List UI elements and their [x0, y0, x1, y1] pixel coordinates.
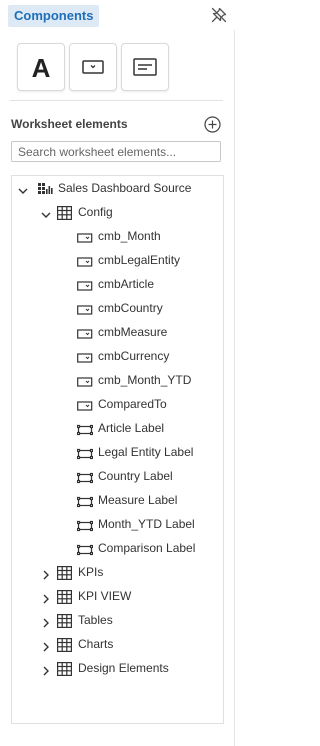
- combobox-icon: [77, 349, 93, 371]
- chevron-right-icon[interactable]: [40, 614, 52, 628]
- panel-divider: [234, 30, 235, 746]
- chevron-down-icon[interactable]: [40, 206, 52, 218]
- table-icon: [57, 661, 73, 683]
- tree-item-label: Legal Entity Label: [98, 445, 194, 459]
- label-icon: [76, 541, 94, 563]
- label-icon: [76, 445, 94, 467]
- section-separator: [10, 100, 223, 101]
- tree-item-label: cmbLegalEntity: [98, 253, 181, 267]
- table-icon: [57, 565, 73, 587]
- pin-off-icon[interactable]: [210, 6, 228, 24]
- table-icon: [57, 589, 73, 611]
- add-circle-icon[interactable]: [204, 116, 221, 133]
- chevron-right-icon[interactable]: [40, 566, 52, 580]
- tree-item-label: cmb_Month_YTD: [98, 373, 192, 387]
- text-component-button[interactable]: A: [17, 43, 65, 91]
- tree-item-label: cmbMeasure: [98, 325, 168, 339]
- tree-row-label: KPIs: [78, 565, 104, 579]
- chevron-right-icon[interactable]: [40, 638, 52, 652]
- label-icon: [76, 517, 94, 539]
- combobox-icon: [77, 397, 93, 419]
- combobox-icon: [77, 229, 93, 251]
- combobox-icon: [77, 373, 93, 395]
- dropdown-component-icon: [82, 60, 104, 74]
- components-tab[interactable]: Components: [8, 5, 100, 27]
- search-worksheet-input[interactable]: [11, 141, 221, 162]
- chevron-right-icon[interactable]: [40, 662, 52, 676]
- chevron-down-icon[interactable]: [17, 182, 29, 194]
- tree-row-label: KPI VIEW: [78, 589, 132, 603]
- label-icon: [76, 493, 94, 515]
- tree-item-label: ComparedTo: [98, 397, 167, 411]
- combobox-icon: [77, 253, 93, 275]
- label-icon: [76, 469, 94, 491]
- tree-item-label: cmbArticle: [98, 277, 155, 291]
- table-icon: [57, 613, 73, 635]
- label-component-icon: [133, 58, 157, 76]
- tree-item-label: Article Label: [98, 421, 165, 435]
- tree-row-label: Config: [78, 205, 113, 219]
- tree-row-label: Design Elements: [78, 661, 169, 675]
- tree-item-label: Comparison Label: [98, 541, 196, 555]
- tree-item-label: cmbCurrency: [98, 349, 170, 363]
- worksheet-elements-title: Worksheet elements: [11, 117, 128, 131]
- dropdown-component-button[interactable]: [69, 43, 117, 91]
- combobox-icon: [77, 277, 93, 299]
- combobox-icon: [77, 325, 93, 347]
- tree-item-label: Month_YTD Label: [98, 517, 195, 531]
- label-component-button[interactable]: [121, 43, 169, 91]
- chevron-right-icon[interactable]: [40, 590, 52, 604]
- tree-row-label: Charts: [78, 637, 114, 651]
- tree-item-label: cmbCountry: [98, 301, 163, 315]
- combobox-icon: [77, 301, 93, 323]
- table-icon: [57, 205, 73, 227]
- text-component-icon: A: [31, 53, 51, 83]
- tree-row-label: Sales Dashboard Source: [58, 181, 192, 195]
- table-icon: [57, 637, 73, 659]
- label-icon: [76, 421, 94, 443]
- tree-row-label: Tables: [78, 613, 113, 627]
- tree-item-label: Country Label: [98, 469, 173, 483]
- components-panel: Components A Worksheet elements Search w…: [0, 0, 237, 746]
- tree-item-label: cmb_Month: [98, 229, 161, 243]
- datasource-icon: [37, 181, 53, 203]
- tree-item-label: Measure Label: [98, 493, 178, 507]
